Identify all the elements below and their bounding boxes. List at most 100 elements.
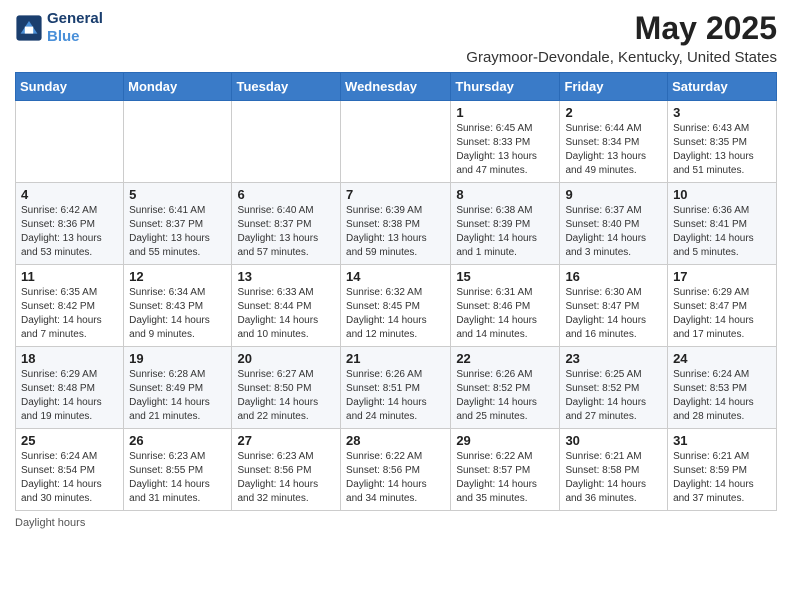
day-info: Sunrise: 6:22 AM Sunset: 8:57 PM Dayligh… [456,450,554,506]
day-info: Sunrise: 6:21 AM Sunset: 8:58 PM Dayligh… [565,450,662,506]
calendar-cell: 11 Sunrise: 6:35 AM Sunset: 8:42 PM Dayli… [16,265,124,347]
day-number: 23 [565,351,662,366]
header-day-sunday: Sunday [16,73,124,101]
day-info: Sunrise: 6:29 AM Sunset: 8:48 PM Dayligh… [21,368,118,424]
day-info: Sunrise: 6:31 AM Sunset: 8:46 PM Dayligh… [456,286,554,342]
calendar-week-4: 18 Sunrise: 6:29 AM Sunset: 8:48 PM Dayli… [16,347,777,429]
day-info: Sunrise: 6:30 AM Sunset: 8:47 PM Dayligh… [565,286,662,342]
calendar-cell: 26 Sunrise: 6:23 AM Sunset: 8:55 PM Dayli… [124,429,232,511]
subtitle: Graymoor-Devondale, Kentucky, United Sta… [466,49,777,66]
page-header: General Blue May 2025 Graymoor-Devondale… [15,10,777,66]
day-number: 12 [129,269,226,284]
logo-icon [15,14,43,42]
day-info: Sunrise: 6:27 AM Sunset: 8:50 PM Dayligh… [237,368,335,424]
day-number: 17 [673,269,771,284]
day-number: 6 [237,187,335,202]
calendar-cell: 9 Sunrise: 6:37 AM Sunset: 8:40 PM Daylig… [560,183,668,265]
calendar-cell [124,101,232,183]
day-number: 7 [346,187,445,202]
calendar-cell: 28 Sunrise: 6:22 AM Sunset: 8:56 PM Dayli… [341,429,451,511]
calendar-cell: 30 Sunrise: 6:21 AM Sunset: 8:58 PM Dayli… [560,429,668,511]
calendar-cell: 1Sunrise: 6:45 AM Sunset: 8:33 PM Daylig… [451,101,560,183]
header-day-thursday: Thursday [451,73,560,101]
day-info: Sunrise: 6:22 AM Sunset: 8:56 PM Dayligh… [346,450,445,506]
calendar-cell: 18 Sunrise: 6:29 AM Sunset: 8:48 PM Dayli… [16,347,124,429]
calendar-cell: 3 Sunrise: 6:43 AM Sunset: 8:35 PM Daylig… [668,101,777,183]
calendar-cell: 19Sunrise: 6:28 AM Sunset: 8:49 PM Dayli… [124,347,232,429]
day-info: Sunrise: 6:38 AM Sunset: 8:39 PM Dayligh… [456,204,554,260]
day-info: Sunrise: 6:21 AM Sunset: 8:59 PM Dayligh… [673,450,771,506]
calendar-cell: 22 Sunrise: 6:26 AM Sunset: 8:52 PM Dayli… [451,347,560,429]
calendar-cell: 4Sunrise: 6:42 AM Sunset: 8:36 PM Daylig… [16,183,124,265]
day-number: 3 [673,105,771,120]
day-info: Sunrise: 6:41 AM Sunset: 8:37 PM Dayligh… [129,204,226,260]
header-day-tuesday: Tuesday [232,73,341,101]
calendar-week-5: 25 Sunrise: 6:24 AM Sunset: 8:54 PM Dayli… [16,429,777,511]
calendar-cell: 2 Sunrise: 6:44 AM Sunset: 8:34 PM Daylig… [560,101,668,183]
day-info: Sunrise: 6:34 AM Sunset: 8:43 PM Dayligh… [129,286,226,342]
day-number: 18 [21,351,118,366]
day-number: 29 [456,433,554,448]
calendar-cell: 29 Sunrise: 6:22 AM Sunset: 8:57 PM Dayli… [451,429,560,511]
calendar-header-row: SundayMondayTuesdayWednesdayThursdayFrid… [16,73,777,101]
day-number: 22 [456,351,554,366]
day-number: 26 [129,433,226,448]
main-title: May 2025 [466,10,777,47]
calendar-week-2: 4Sunrise: 6:42 AM Sunset: 8:36 PM Daylig… [16,183,777,265]
calendar-cell: 5 Sunrise: 6:41 AM Sunset: 8:37 PM Daylig… [124,183,232,265]
day-number: 10 [673,187,771,202]
calendar-cell: 17Sunrise: 6:29 AM Sunset: 8:47 PM Dayli… [668,265,777,347]
day-number: 16 [565,269,662,284]
day-info: Sunrise: 6:35 AM Sunset: 8:42 PM Dayligh… [21,286,118,342]
calendar-week-3: 11 Sunrise: 6:35 AM Sunset: 8:42 PM Dayli… [16,265,777,347]
day-number: 13 [237,269,335,284]
day-number: 30 [565,433,662,448]
calendar-cell: 21 Sunrise: 6:26 AM Sunset: 8:51 PM Dayli… [341,347,451,429]
day-number: 27 [237,433,335,448]
day-info: Sunrise: 6:26 AM Sunset: 8:52 PM Dayligh… [456,368,554,424]
calendar-cell: 15Sunrise: 6:31 AM Sunset: 8:46 PM Dayli… [451,265,560,347]
calendar-cell: 31Sunrise: 6:21 AM Sunset: 8:59 PM Dayli… [668,429,777,511]
header-day-monday: Monday [124,73,232,101]
day-number: 9 [565,187,662,202]
logo-text: General Blue [47,10,103,46]
calendar-cell [341,101,451,183]
day-number: 4 [21,187,118,202]
day-info: Sunrise: 6:39 AM Sunset: 8:38 PM Dayligh… [346,204,445,260]
day-info: Sunrise: 6:37 AM Sunset: 8:40 PM Dayligh… [565,204,662,260]
day-info: Sunrise: 6:36 AM Sunset: 8:41 PM Dayligh… [673,204,771,260]
header-day-wednesday: Wednesday [341,73,451,101]
calendar-cell: 25 Sunrise: 6:24 AM Sunset: 8:54 PM Dayli… [16,429,124,511]
calendar-table: SundayMondayTuesdayWednesdayThursdayFrid… [15,72,777,511]
day-info: Sunrise: 6:43 AM Sunset: 8:35 PM Dayligh… [673,122,771,178]
calendar-cell: 12 Sunrise: 6:34 AM Sunset: 8:43 PM Dayli… [124,265,232,347]
calendar-cell: 20 Sunrise: 6:27 AM Sunset: 8:50 PM Dayli… [232,347,341,429]
calendar-cell: 16 Sunrise: 6:30 AM Sunset: 8:47 PM Dayli… [560,265,668,347]
day-number: 5 [129,187,226,202]
day-info: Sunrise: 6:26 AM Sunset: 8:51 PM Dayligh… [346,368,445,424]
day-info: Sunrise: 6:40 AM Sunset: 8:37 PM Dayligh… [237,204,335,260]
calendar-cell [16,101,124,183]
calendar-cell [232,101,341,183]
day-number: 2 [565,105,662,120]
calendar-cell: 8Sunrise: 6:38 AM Sunset: 8:39 PM Daylig… [451,183,560,265]
day-info: Sunrise: 6:23 AM Sunset: 8:55 PM Dayligh… [129,450,226,506]
day-number: 20 [237,351,335,366]
day-info: Sunrise: 6:25 AM Sunset: 8:52 PM Dayligh… [565,368,662,424]
day-number: 25 [21,433,118,448]
day-number: 14 [346,269,445,284]
calendar-cell: 7 Sunrise: 6:39 AM Sunset: 8:38 PM Daylig… [341,183,451,265]
day-info: Sunrise: 6:24 AM Sunset: 8:53 PM Dayligh… [673,368,771,424]
calendar-cell: 27 Sunrise: 6:23 AM Sunset: 8:56 PM Dayli… [232,429,341,511]
day-number: 28 [346,433,445,448]
footer-note: Daylight hours [15,517,777,529]
day-number: 21 [346,351,445,366]
day-info: Sunrise: 6:32 AM Sunset: 8:45 PM Dayligh… [346,286,445,342]
day-info: Sunrise: 6:23 AM Sunset: 8:56 PM Dayligh… [237,450,335,506]
calendar-cell: 10 Sunrise: 6:36 AM Sunset: 8:41 PM Dayli… [668,183,777,265]
calendar-week-1: 1Sunrise: 6:45 AM Sunset: 8:33 PM Daylig… [16,101,777,183]
day-number: 24 [673,351,771,366]
day-number: 11 [21,269,118,284]
day-info: Sunrise: 6:44 AM Sunset: 8:34 PM Dayligh… [565,122,662,178]
day-info: Sunrise: 6:24 AM Sunset: 8:54 PM Dayligh… [21,450,118,506]
